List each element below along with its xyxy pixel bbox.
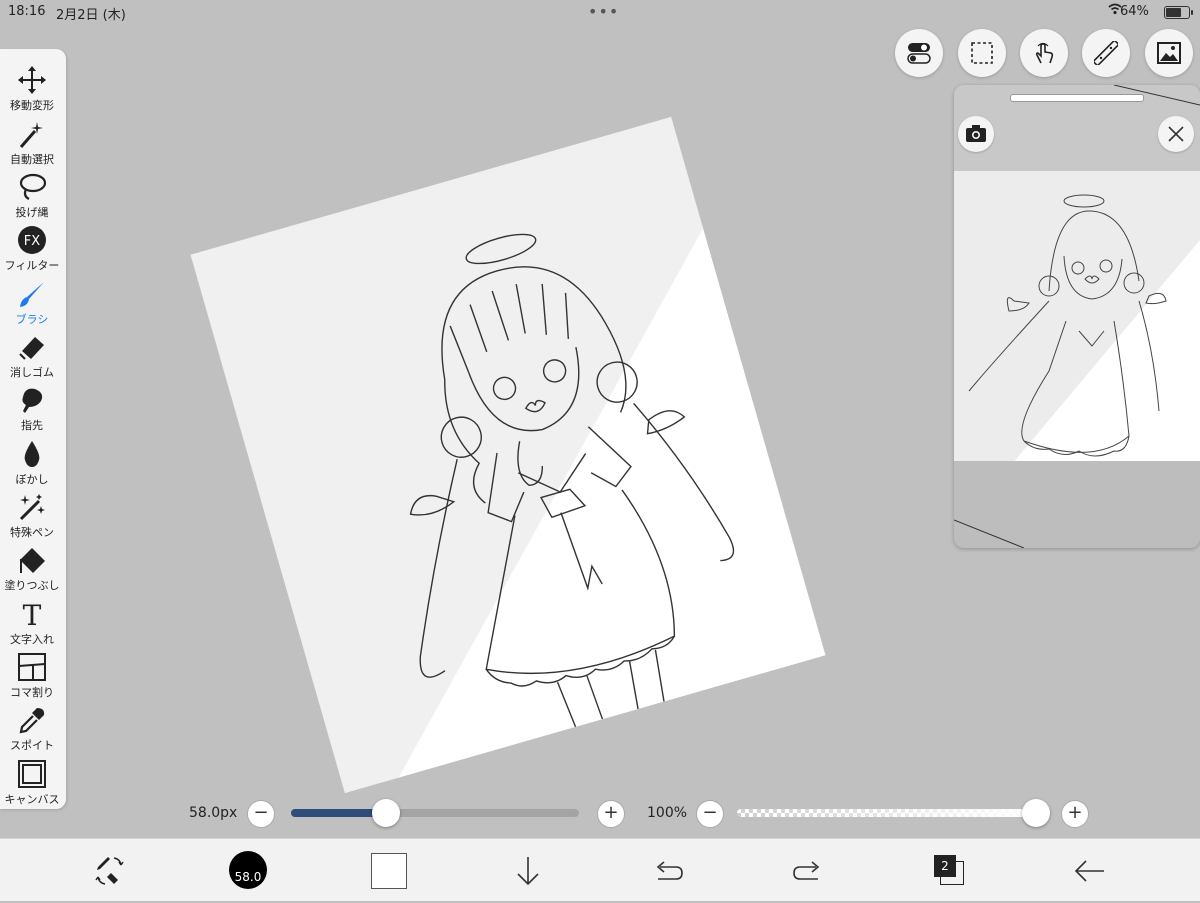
- sketch-lineart: [409, 233, 735, 728]
- tool-filter[interactable]: FX フィルター: [0, 217, 64, 272]
- thumbnail-sketch: [968, 194, 1167, 457]
- move-arrows-icon: [17, 65, 47, 95]
- tool-auto-select[interactable]: 自動選択: [0, 111, 64, 166]
- tool-finger[interactable]: 指先: [0, 377, 64, 432]
- opacity-label: 100%: [647, 805, 688, 821]
- navigator-close-button[interactable]: [1158, 116, 1194, 152]
- touch-button[interactable]: [1020, 29, 1068, 77]
- back-button[interactable]: [1068, 849, 1112, 893]
- undo-icon: [656, 861, 683, 880]
- tool-eraser[interactable]: 消しゴム: [0, 324, 64, 379]
- snapshot-button[interactable]: [958, 116, 994, 152]
- status-time: 18:16: [8, 4, 46, 19]
- tool-sidebar: 移動変形 自動選択 投げ縄 FX フィルター ブラシ 消しゴム 指先 ぼかし 特…: [0, 49, 66, 809]
- brush-eraser-swap-icon: [95, 857, 124, 885]
- brush-size-knob[interactable]: [372, 799, 400, 827]
- selection-button[interactable]: [958, 29, 1006, 77]
- battery-icon: [1164, 6, 1193, 19]
- fx-icon: FX: [17, 225, 47, 255]
- fill-bucket-icon: [17, 545, 47, 575]
- brush-size-preview-button[interactable]: 58.0: [229, 851, 267, 889]
- image-material-icon: [1157, 42, 1181, 64]
- tool-canvas[interactable]: キャンバス: [0, 751, 64, 806]
- navigator-drag-handle[interactable]: [1010, 94, 1144, 102]
- arrow-down-icon: [517, 857, 539, 886]
- navigator-panel[interactable]: [954, 85, 1200, 548]
- tool-move-transform[interactable]: 移動変形: [0, 57, 64, 112]
- undo-button[interactable]: [646, 849, 690, 893]
- redo-button[interactable]: [786, 849, 830, 893]
- opacity-knob[interactable]: [1022, 799, 1050, 827]
- tool-lasso[interactable]: 投げ縄: [0, 164, 64, 219]
- brush-icon: [17, 279, 47, 309]
- close-icon: [1168, 126, 1184, 142]
- settings-toggle-button[interactable]: [895, 29, 943, 77]
- redo-icon: [793, 861, 820, 880]
- text-t-icon: T: [17, 599, 47, 632]
- battery-percent: 64%: [1120, 4, 1149, 19]
- drawing-canvas[interactable]: [190, 116, 826, 794]
- magic-wand-icon: [17, 119, 47, 149]
- canvas-frame-icon: [17, 759, 47, 789]
- tool-special-pen[interactable]: 特殊ペン: [0, 484, 64, 539]
- camera-icon: [966, 125, 986, 142]
- svg-text:FX: FX: [24, 234, 40, 249]
- tool-panel-divide[interactable]: コマ割り: [0, 644, 64, 699]
- brush-eraser-swap-button[interactable]: [88, 849, 132, 893]
- tool-text[interactable]: T 文字入れ: [0, 591, 64, 646]
- bottom-toolbar: 58.0 2: [0, 838, 1200, 901]
- layers-button[interactable]: 2: [934, 855, 956, 877]
- status-bar: 18:16 2月2日 (木) ••• 64%: [0, 0, 1200, 24]
- tool-eyedropper[interactable]: スポイト: [0, 697, 64, 752]
- brush-size-decrease-button[interactable]: −: [247, 800, 275, 828]
- color-picker-button[interactable]: [371, 853, 407, 889]
- status-date: 2月2日 (木): [56, 8, 126, 23]
- ruler-icon: [1094, 41, 1118, 65]
- multitasking-dots-icon[interactable]: •••: [588, 2, 619, 21]
- brush-size-slider[interactable]: [291, 809, 579, 817]
- opacity-slider[interactable]: [737, 809, 1040, 817]
- brush-size-increase-button[interactable]: +: [597, 800, 625, 828]
- svg-text:T: T: [23, 599, 42, 629]
- eraser-icon: [17, 332, 47, 362]
- tool-label: キャンバス: [4, 793, 60, 806]
- touch-hand-icon: [1035, 42, 1054, 64]
- brush-size-label: 58.0px: [189, 805, 238, 821]
- opacity-increase-button[interactable]: +: [1061, 800, 1089, 828]
- blur-drop-icon: [17, 439, 47, 469]
- download-button[interactable]: [506, 849, 550, 893]
- material-button[interactable]: [1145, 29, 1193, 77]
- opacity-decrease-button[interactable]: −: [696, 800, 724, 828]
- tool-brush[interactable]: ブラシ: [0, 271, 64, 326]
- ruler-button[interactable]: [1082, 29, 1130, 77]
- selection-rect-icon: [971, 42, 993, 64]
- arrow-left-icon: [1074, 860, 1104, 882]
- panel-grid-icon: [17, 652, 47, 682]
- sparkle-pen-icon: [17, 492, 47, 522]
- navigator-thumbnail[interactable]: [954, 171, 1200, 461]
- tool-fill[interactable]: 塗りつぶし: [0, 537, 64, 592]
- eyedropper-icon: [17, 705, 47, 735]
- finger-smudge-icon: [17, 385, 47, 415]
- toggle-icon: [907, 43, 931, 64]
- tool-blur[interactable]: ぼかし: [0, 431, 64, 486]
- lasso-icon: [17, 172, 47, 202]
